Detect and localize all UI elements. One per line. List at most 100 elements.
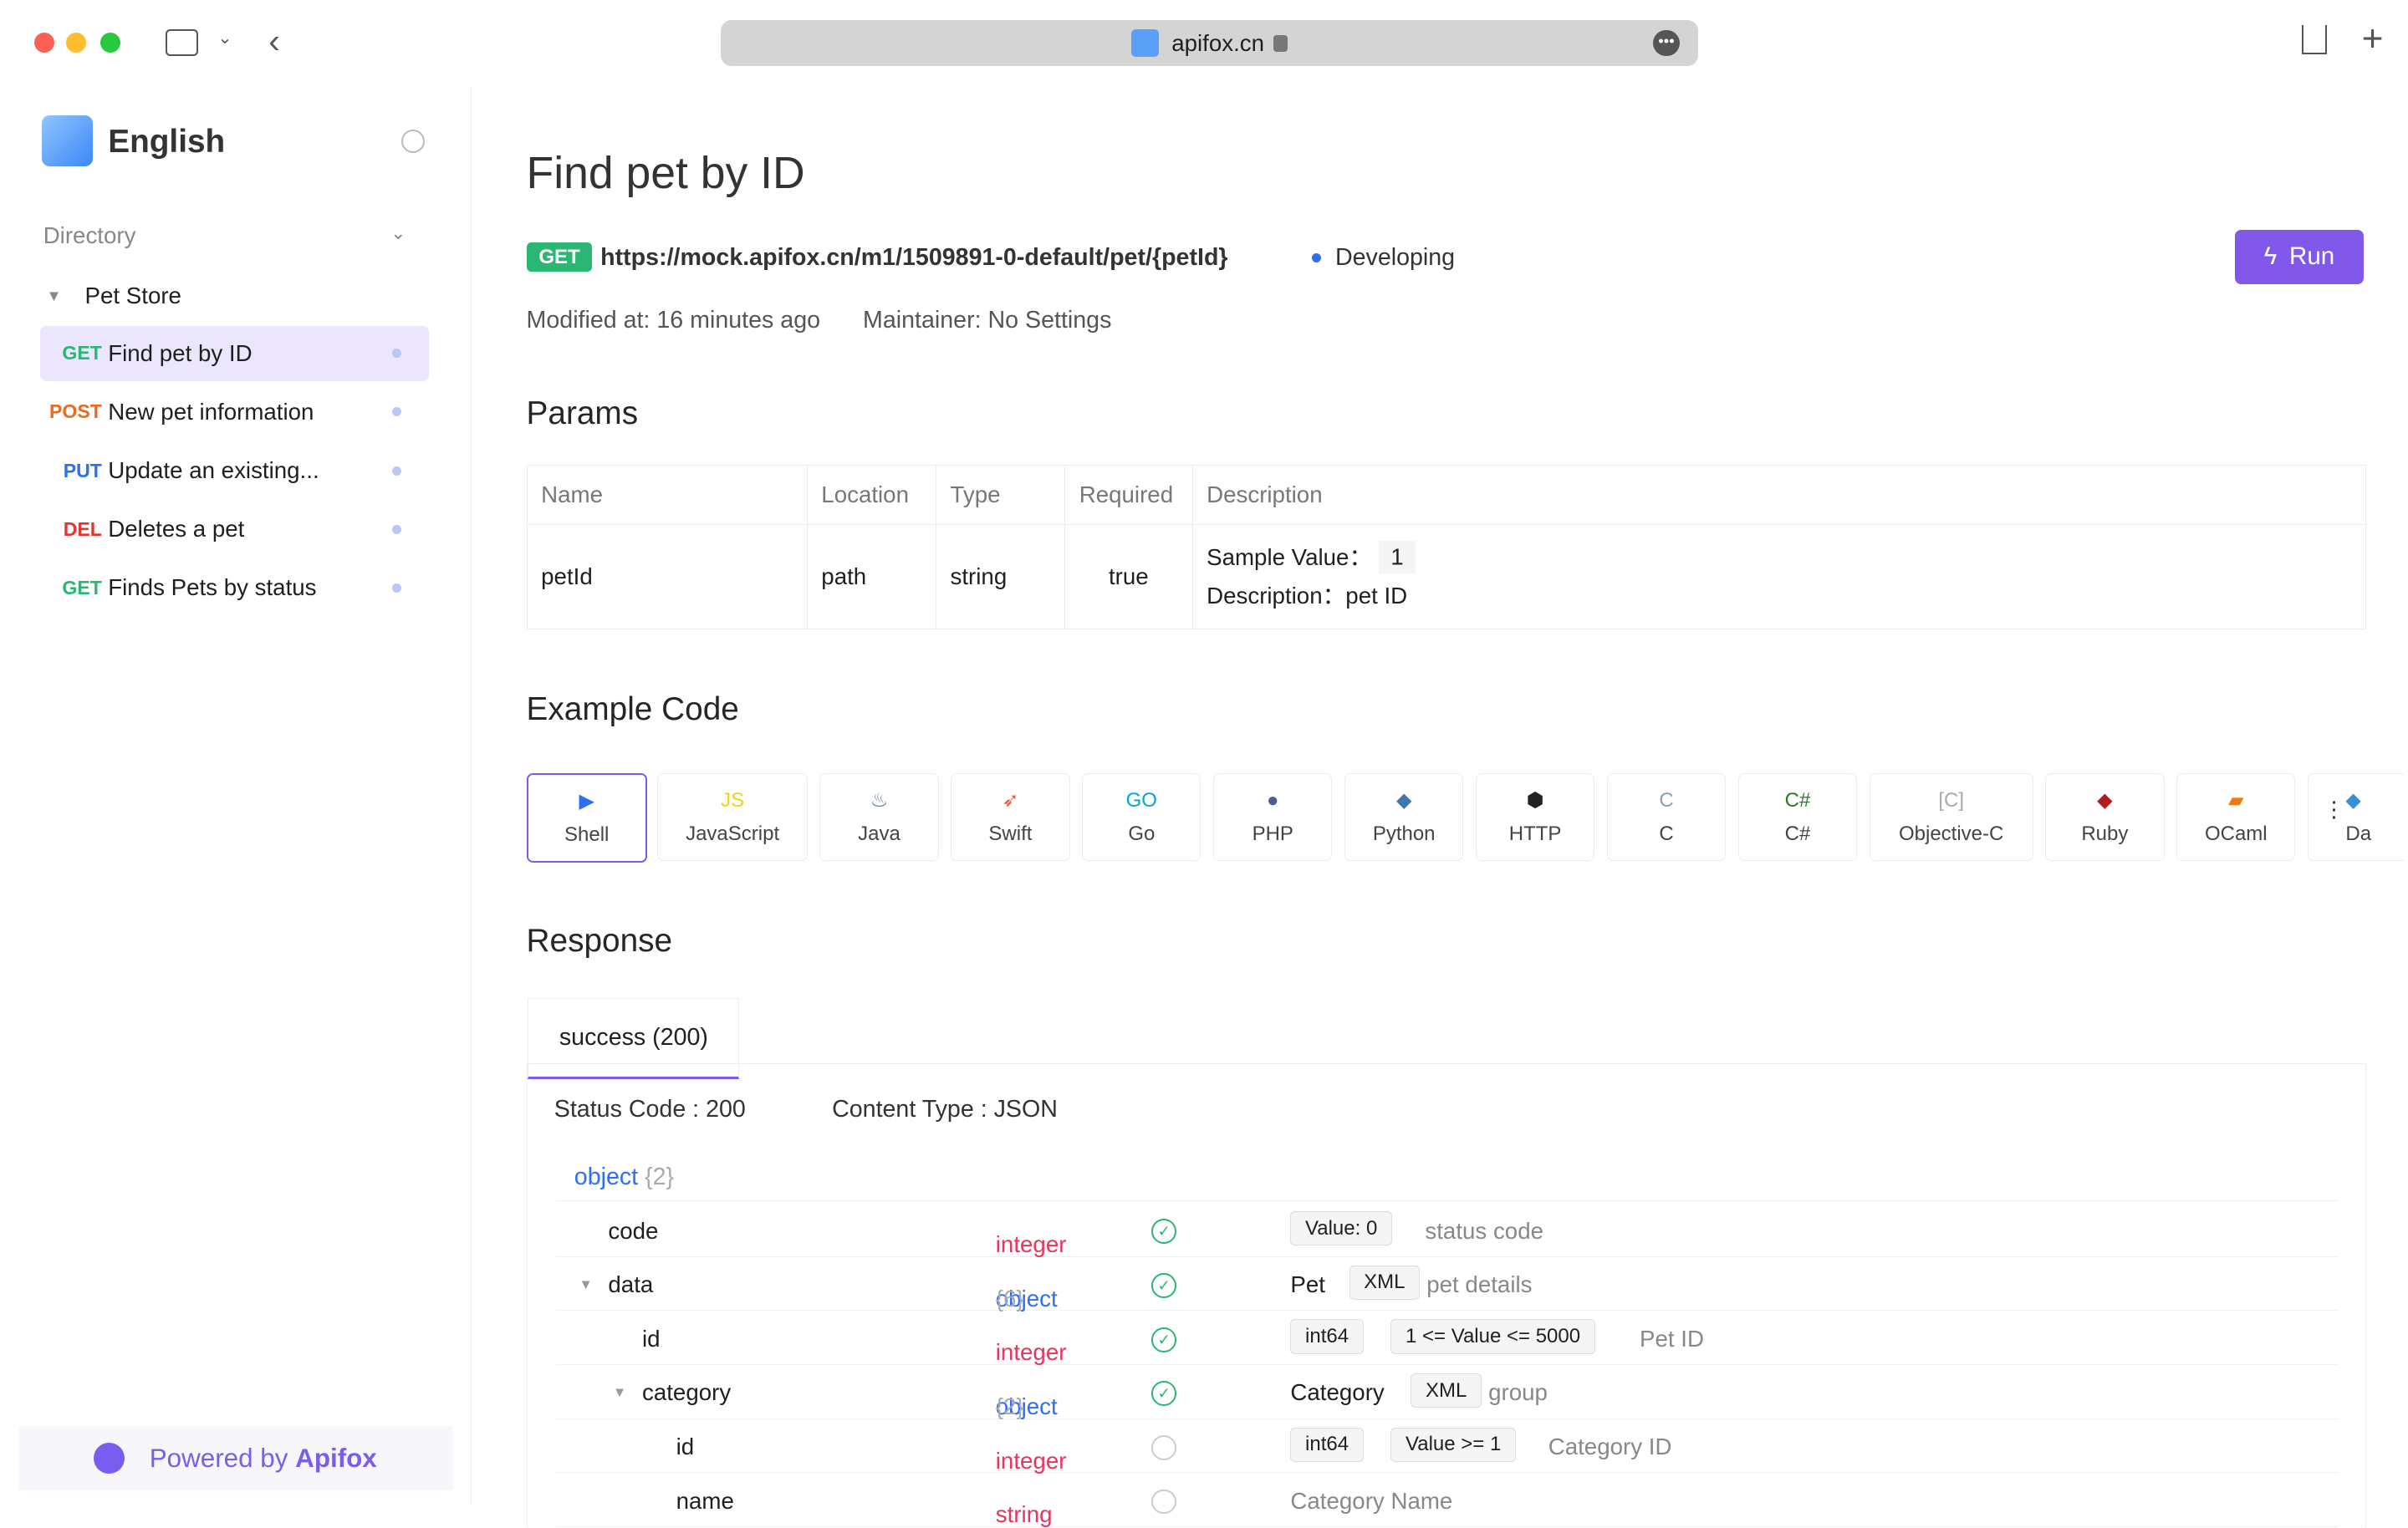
schema-row: ▼ category object {2} ✓ Category XML group [555, 1366, 2339, 1419]
lightning-icon: ϟ [2263, 242, 2278, 271]
col-name: Name [526, 464, 808, 525]
col-location: Location [806, 464, 936, 525]
url-text: apifox.cn [1171, 29, 1265, 56]
more-languages-icon[interactable]: ⋮ [2324, 797, 2345, 823]
lang-tab-objectivec[interactable]: [C] Objective-C [1869, 772, 2033, 862]
lang-tab-shell[interactable]: ▶ Shell [526, 772, 647, 863]
constraint-tag: Value: 0 [1290, 1211, 1392, 1246]
lang-tab-javascript[interactable]: JS JavaScript [657, 772, 808, 862]
optional-circle-icon [1151, 1434, 1177, 1460]
status-dot [391, 583, 402, 593]
item-label: Deletes a pet [108, 516, 245, 542]
field-name: id [642, 1325, 661, 1352]
back-button[interactable]: ‹ [268, 22, 280, 61]
method-badge: GET [526, 242, 593, 272]
endpoint-url[interactable]: https://mock.apifox.cn/m1/1509891-0-defa… [600, 244, 1227, 272]
maximize-window-button[interactable] [100, 32, 120, 53]
lang-tab-java[interactable]: ♨ Java [819, 772, 939, 862]
constraint-tag: int64 [1290, 1319, 1364, 1354]
col-description: Description [1191, 464, 2367, 525]
field-description: pet details [1426, 1271, 1533, 1298]
params-table: Name Location Type Required Description petI… [526, 464, 2367, 630]
chevron-down-icon[interactable]: ⌄ [217, 28, 232, 48]
lang-tab-python[interactable]: ◆ Python [1344, 772, 1464, 862]
lang-label: PHP [1252, 822, 1293, 845]
lang-icon: ● [1267, 789, 1279, 812]
required-check-icon: ✓ [1151, 1327, 1177, 1352]
expand-caret-icon[interactable]: ▼ [579, 1276, 592, 1293]
sidebar-item-find-by-status[interactable]: GET Finds Pets by status [40, 560, 429, 615]
lang-tab-c[interactable]: C# C# [1737, 772, 1858, 862]
root-type: object [574, 1164, 639, 1191]
project-title: English [108, 123, 226, 160]
run-label: Run [2289, 242, 2335, 271]
constraint-tag: 1 <= Value <= 5000 [1390, 1319, 1595, 1354]
lang-tab-ruby[interactable]: ◆ Ruby [2045, 772, 2165, 862]
desc-label: Description： [1207, 583, 1346, 609]
status-dot [391, 524, 402, 534]
folder-pet-store[interactable]: Pet Store [85, 283, 181, 309]
lang-tab-php[interactable]: ● PHP [1213, 772, 1333, 862]
maintainer: Maintainer: No Settings [863, 307, 1112, 334]
sidebar-item-find-pet[interactable]: GET Find pet by ID [40, 325, 430, 381]
params-heading: Params [526, 395, 639, 431]
page-title: Find pet by ID [526, 149, 805, 199]
schema-row: id integer ✓ int64 1 <= Value <= 5000 Pet ID [555, 1312, 2339, 1365]
status-dot [391, 466, 402, 476]
expand-caret-icon[interactable]: ▼ [613, 1384, 626, 1401]
lang-label: OCaml [2204, 822, 2268, 845]
brand-text: Apifox [295, 1443, 377, 1473]
more-icon[interactable]: ••• [1653, 30, 1680, 57]
lang-icon: C# [1784, 789, 1811, 812]
lang-tab-http[interactable]: ⬢ HTTP [1475, 772, 1595, 862]
modified-at: Modified at: 16 minutes ago [526, 307, 821, 334]
sidebar-toggle-icon[interactable] [165, 29, 198, 56]
content-type: Content Type : JSON [832, 1095, 1058, 1123]
lang-tab-go[interactable]: GO Go [1082, 772, 1201, 862]
method-badge: DEL [63, 517, 102, 540]
lang-tab-c[interactable]: CC [1606, 772, 1727, 862]
lang-icon: ◆ [1395, 789, 1412, 812]
required-check-icon: ✓ [1151, 1381, 1177, 1407]
schema-root: object {2} [574, 1164, 674, 1191]
constraint-tag: XML [1349, 1265, 1421, 1300]
sidebar-item-new-pet[interactable]: POST New pet information [40, 385, 429, 440]
schema-row: ▼ data object {6} ✓ Pet XML pet details [555, 1258, 2339, 1312]
lang-tab-ocaml[interactable]: ▰ OCaml [2176, 772, 2296, 862]
sample-value: 1 [1378, 541, 1416, 573]
constraint-tag: Value >= 1 [1390, 1427, 1516, 1462]
constraint-tag: int64 [1290, 1427, 1364, 1462]
run-button[interactable]: ϟ Run [2235, 230, 2364, 284]
lang-tab-swift[interactable]: ➶ Swift [951, 772, 1070, 862]
search-icon[interactable] [401, 130, 425, 154]
lang-label: Python [1372, 822, 1436, 845]
powered-by-link[interactable]: Powered by Apifox [18, 1425, 452, 1491]
sidebar-item-update-pet[interactable]: PUT Update an existing... [40, 443, 429, 498]
lang-label: Ruby [2081, 822, 2129, 845]
field-description: Category ID [1548, 1434, 1672, 1460]
param-type: string [935, 523, 1066, 630]
apifox-logo-icon [94, 1443, 125, 1475]
close-window-button[interactable] [33, 32, 54, 53]
folder-caret-icon[interactable]: ▼ [46, 287, 61, 305]
lang-icon: GO [1125, 789, 1157, 812]
new-tab-icon[interactable]: + [2362, 18, 2384, 60]
lang-icon: C [1659, 789, 1674, 812]
minimize-window-button[interactable] [66, 32, 87, 53]
address-bar[interactable]: apifox.cn ••• [721, 20, 1698, 67]
field-description: Category Name [1290, 1487, 1453, 1514]
param-name: petId [526, 523, 808, 630]
schema-row: name string Category Name [555, 1474, 2339, 1527]
lang-label: Objective-C [1898, 822, 2004, 845]
lang-icon: ▰ [2228, 789, 2244, 812]
sidebar-item-delete-pet[interactable]: DEL Deletes a pet [40, 502, 429, 557]
param-description: Sample Value： 1 Description：pet ID [1191, 523, 2367, 630]
share-icon[interactable] [2301, 24, 2327, 54]
item-label: Update an existing... [108, 457, 319, 484]
status-dot [391, 407, 402, 417]
lang-label: C# [1784, 822, 1811, 845]
method-badge: GET [62, 576, 102, 598]
collapse-all-icon[interactable]: ⌄ [390, 222, 406, 244]
required-check-icon: ✓ [1151, 1273, 1177, 1298]
field-description: Pet ID [1640, 1325, 1704, 1352]
